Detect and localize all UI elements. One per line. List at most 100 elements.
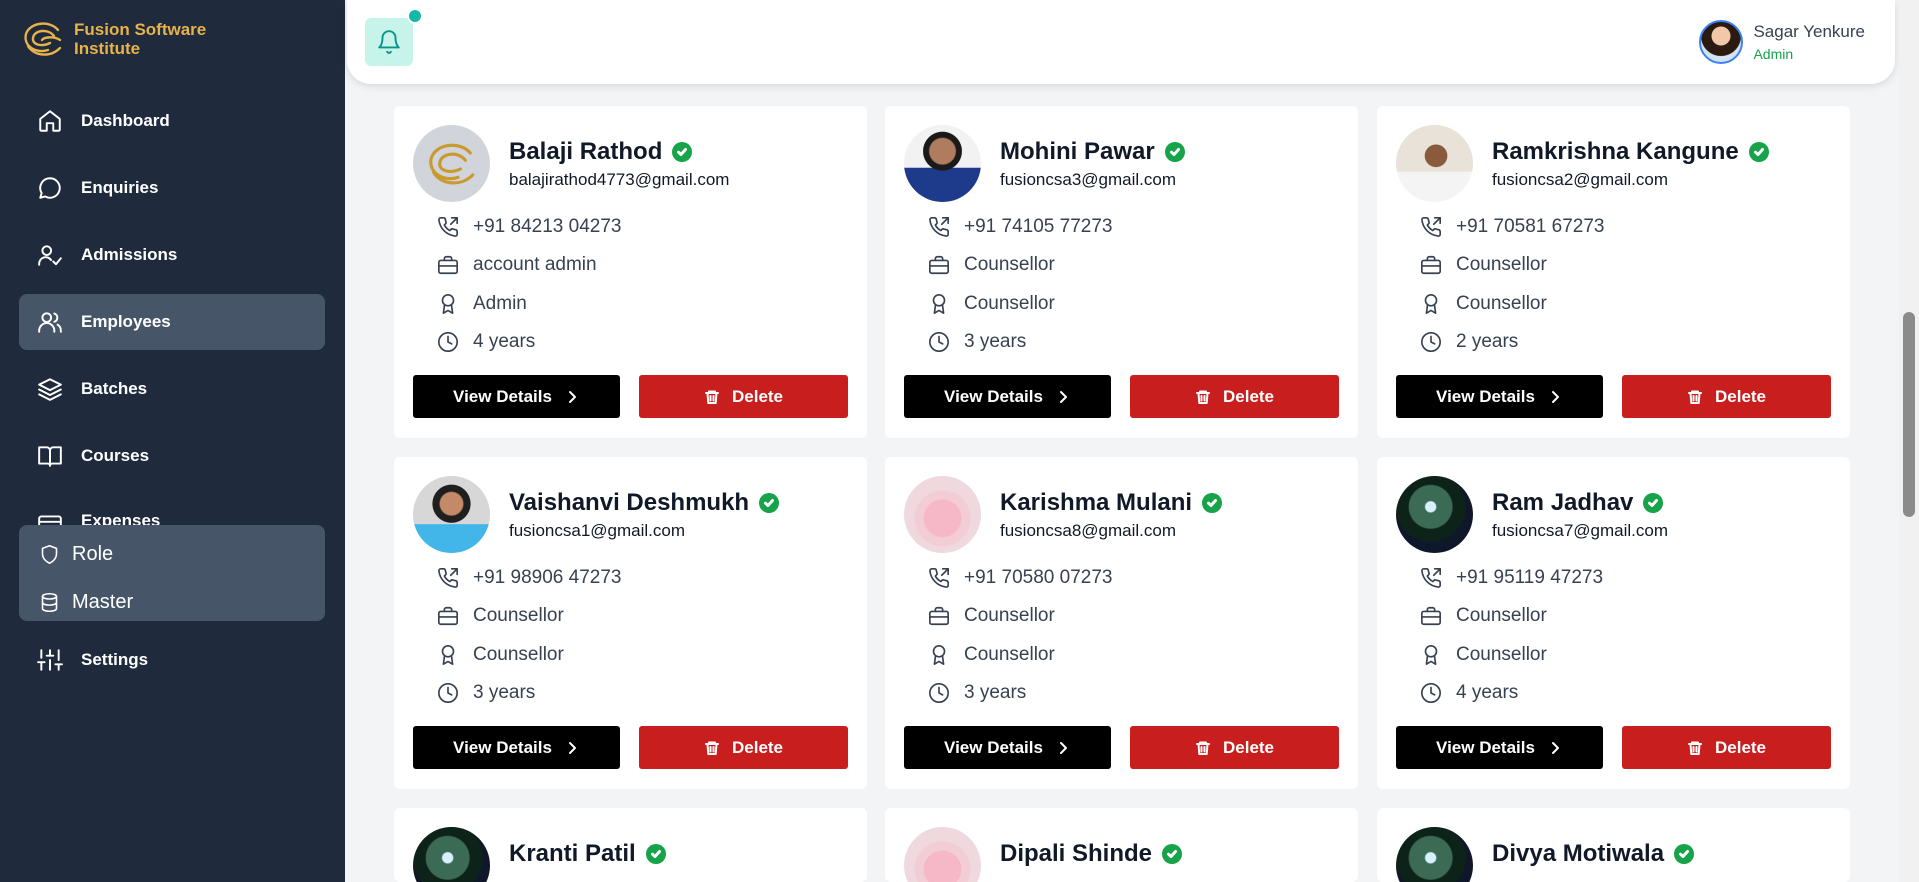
employee-experience: 3 years [964,682,1027,703]
button-label: Delete [1222,737,1275,757]
view-details-button[interactable]: View Details [1396,375,1603,418]
view-details-button[interactable]: View Details [904,375,1111,418]
chevron-right-icon [1551,741,1559,754]
button-label: Delete [731,386,784,406]
employee-card: Karishma Mulani fusioncsa8@gmail.com +91… [885,457,1358,789]
experience-row: 3 years [928,682,1026,704]
sidebar-item-label: Employees [81,312,171,331]
employee-designation: Counsellor [964,254,1055,275]
user-name: Sagar Yenkure [1753,22,1865,41]
delete-button[interactable]: Delete [1622,726,1831,769]
phone-row: +91 70580 07273 [928,567,1112,589]
sidebar-item-dashboard[interactable]: Dashboard [19,93,325,149]
user-check-icon [38,245,62,266]
experience-row: 4 years [437,331,535,353]
employee-card: Divya Motiwala [1377,808,1850,882]
employee-email: fusioncsa2@gmail.com [1492,170,1668,189]
role-row: Admin [437,293,527,315]
employee-name: Ram Jadhav [1492,489,1634,516]
briefcase-icon [929,606,949,626]
employee-name: Mohini Pawar [1000,138,1155,165]
clock-icon [438,332,458,352]
phone-row: +91 95119 47273 [1420,567,1603,589]
employee-card: Vaishanvi Deshmukh fusioncsa1@gmail.com … [394,457,867,789]
award-icon [441,294,455,314]
delete-button[interactable]: Delete [639,375,848,418]
award-icon [441,645,455,665]
shield-icon [41,544,58,564]
sidebar-item-employees[interactable]: Employees [19,294,325,350]
avatar [1396,476,1473,553]
button-label: Delete [1714,737,1767,757]
brand-name: Fusion Software Institute [74,20,206,58]
scrollbar[interactable] [1899,0,1919,882]
notification-button[interactable] [365,8,423,66]
verified-icon [645,844,666,864]
phone-row: +91 70581 67273 [1420,216,1604,238]
award-icon [932,645,946,665]
employee-email: balajirathod4773@gmail.com [509,170,730,189]
employee-card: Dipali Shinde [885,808,1358,882]
view-details-button[interactable]: View Details [413,375,620,418]
sidebar-item-label: Admissions [81,245,178,264]
sidebar-item-courses[interactable]: Courses [19,428,325,484]
employee-phone: +91 70581 67273 [1456,216,1605,237]
avatar [904,827,981,882]
sidebar-submenu: Role Master [19,525,325,621]
employee-designation: Counsellor [1456,254,1547,275]
sidebar-item-batches[interactable]: Batches [19,361,325,417]
delete-button[interactable]: Delete [1130,375,1339,418]
brand-name-line1: Fusion Software [74,20,207,39]
employee-name: Ramkrishna Kangune [1492,138,1739,165]
employee-experience: 3 years [964,331,1027,352]
chevron-right-icon [568,741,576,754]
view-details-button[interactable]: View Details [413,726,620,769]
sidebar-item-admissions[interactable]: Admissions [19,227,325,283]
experience-row: 3 years [437,682,535,704]
view-details-button[interactable]: View Details [904,726,1111,769]
employee-phone: +91 98906 47273 [473,567,622,588]
view-details-button[interactable]: View Details [1396,726,1603,769]
phone-row: +91 74105 77273 [928,216,1112,238]
phone-icon [1421,568,1441,588]
sidebar-settings: Settings [19,632,325,699]
delete-button[interactable]: Delete [1130,726,1339,769]
employee-experience: 2 years [1456,331,1519,352]
clock-icon [438,683,458,703]
delete-button[interactable]: Delete [1622,375,1831,418]
role-row: Counsellor [928,293,1055,315]
role-row: Counsellor [437,644,564,666]
verified-icon [1202,493,1223,513]
employee-name: Vaishanvi Deshmukh [509,489,750,516]
avatar [413,476,490,553]
sidebar-item-master[interactable]: Master [19,583,325,621]
sidebar-item-settings[interactable]: Settings [19,632,325,688]
clock-icon [1421,683,1441,703]
sidebar-item-enquiries[interactable]: Enquiries [19,160,325,216]
role-row: Counsellor [1420,293,1547,315]
trash-icon [704,390,719,404]
designation-row: Counsellor [928,254,1055,276]
employee-name: Dipali Shinde [1000,840,1153,867]
verified-icon [672,142,693,162]
chat-icon [39,177,61,199]
user-profile[interactable]: Sagar Yenkure Admin [1699,20,1865,64]
button-label: View Details [1436,386,1535,406]
book-icon [38,446,62,467]
verified-icon [1748,142,1769,162]
employee-role: Counsellor [964,293,1055,314]
verified-icon [759,493,780,513]
chevron-right-icon [568,390,576,403]
button-label: View Details [1436,737,1535,757]
delete-button[interactable]: Delete [639,726,848,769]
scrollbar-thumb[interactable] [1903,312,1915,517]
sidebar-item-label: Dashboard [81,111,170,130]
sidebar-item-role[interactable]: Role [19,535,325,573]
sidebar-item-expenses[interactable]: Expenses [19,495,325,529]
sidebar-item-label: Master [72,590,134,613]
chevron-right-icon [1059,741,1067,754]
brand[interactable]: Fusion Software Institute [20,16,206,62]
trash-icon [1687,390,1702,404]
avatar [1396,125,1473,202]
button-label: View Details [944,737,1043,757]
